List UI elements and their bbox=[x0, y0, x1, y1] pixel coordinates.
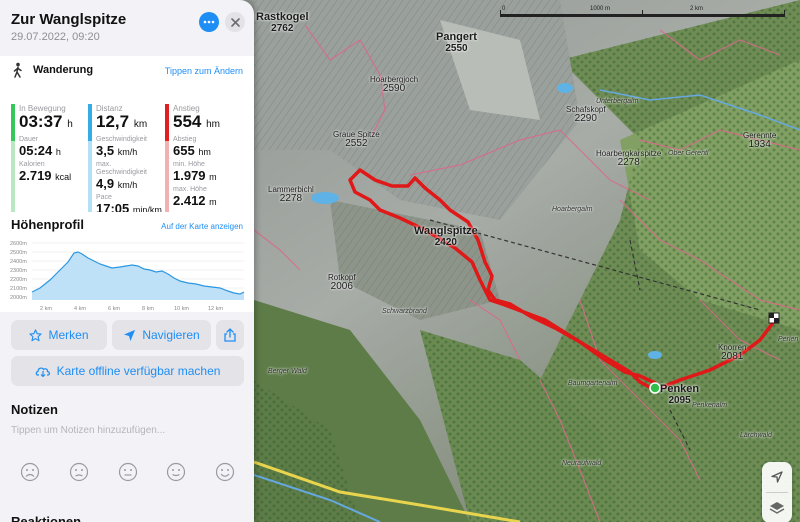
neutral-face-icon[interactable] bbox=[118, 462, 138, 482]
locate-button[interactable] bbox=[762, 462, 792, 492]
profile-x-tick: 4 km bbox=[74, 306, 86, 312]
distance-value: 12,7 km bbox=[96, 112, 148, 131]
map-layers-button[interactable] bbox=[762, 493, 792, 522]
ascent-value: 554 hm bbox=[173, 112, 221, 131]
peak-label-graue-spitze[interactable]: Graue Spitze 2552 bbox=[333, 130, 380, 150]
sad-face-icon[interactable] bbox=[69, 462, 89, 482]
map-controls bbox=[762, 462, 792, 522]
profile-y-tick: 2100m bbox=[10, 286, 27, 292]
place-label: Baumgartenalm bbox=[568, 380, 618, 387]
speed-value: 3,5 km/h bbox=[96, 143, 138, 158]
very-sad-face-icon[interactable] bbox=[20, 462, 40, 482]
place-label: Schwarzbrand bbox=[382, 308, 427, 315]
activity-type-label: Wanderung bbox=[33, 64, 94, 76]
very-happy-face-icon[interactable] bbox=[215, 462, 235, 482]
happy-face-icon[interactable] bbox=[166, 462, 186, 482]
track-title: Zur Wanglspitze bbox=[11, 11, 127, 28]
profile-y-tick: 2400m bbox=[10, 259, 27, 265]
cloud-download-icon bbox=[35, 367, 50, 377]
close-icon bbox=[230, 17, 240, 27]
elevation-profile-chart[interactable]: 2600m 2500m 2400m 2300m 2200m 2100m 2000… bbox=[10, 240, 246, 316]
track-detail-panel: Zur Wanglspitze 29.07.2022, 09:20 Wander… bbox=[0, 0, 254, 522]
navigate-label: Navigieren bbox=[142, 328, 200, 342]
profile-y-tick: 2300m bbox=[10, 268, 27, 274]
place-label: Penkenalm bbox=[692, 402, 728, 409]
peak-label-schafskopf[interactable]: Schafskopf 2290 bbox=[566, 105, 606, 125]
ellipsis-icon bbox=[203, 20, 215, 24]
place-label: Hoarbergalm bbox=[552, 206, 593, 213]
offline-map-button[interactable]: Karte offline verfügbar machen bbox=[11, 356, 244, 386]
descent-value: 655 hm bbox=[173, 143, 211, 158]
reactions-title: Reaktionen bbox=[11, 514, 82, 522]
profile-y-tick: 2500m bbox=[10, 250, 27, 256]
profile-title: Höhenprofil bbox=[11, 217, 84, 232]
bookmark-button[interactable]: Merken bbox=[11, 320, 107, 350]
share-icon bbox=[224, 328, 236, 342]
location-arrow-icon bbox=[771, 471, 783, 483]
navigate-button[interactable]: Navigieren bbox=[112, 320, 211, 350]
navigation-arrow-icon bbox=[124, 329, 136, 341]
peak-label-gerennte[interactable]: Gerennte 1934 bbox=[743, 131, 776, 151]
peak-label-pangert[interactable]: Pangert 2550 bbox=[436, 31, 477, 54]
place-label: Perlen bbox=[778, 336, 799, 343]
peak-label-hoarbergkarspitze[interactable]: Hoarbergkarspitze 2278 bbox=[596, 149, 661, 169]
peak-label-wanglspitze[interactable]: Wanglspitze 2420 bbox=[414, 225, 478, 248]
profile-x-tick: 8 km bbox=[142, 306, 154, 312]
place-label: Neuraufwald bbox=[562, 460, 602, 467]
scale-bar: 0 1000 m 2 km bbox=[500, 6, 785, 20]
notes-input[interactable]: Tippen um Notizen hinzuzufügen... bbox=[11, 425, 165, 436]
place-label: Ober Gerentl bbox=[668, 150, 709, 157]
duration-value: 05:24 h bbox=[19, 143, 61, 158]
profile-x-tick: 6 km bbox=[108, 306, 120, 312]
change-activity-link[interactable]: Tippen zum Ändern bbox=[165, 66, 243, 76]
share-button[interactable] bbox=[216, 320, 244, 350]
profile-x-tick: 10 km bbox=[174, 306, 189, 312]
place-label: Berger Wald bbox=[268, 368, 307, 375]
profile-x-tick: 2 km bbox=[40, 306, 52, 312]
place-label: Unterbergalm bbox=[596, 98, 639, 105]
min-height-value: 1.979 m bbox=[173, 168, 217, 183]
peak-label-rastkogel[interactable]: Rastkogel 2762 bbox=[256, 11, 309, 34]
more-options-button[interactable] bbox=[199, 12, 219, 32]
profile-y-tick: 2000m bbox=[10, 295, 27, 301]
profile-area bbox=[32, 252, 244, 300]
bookmark-label: Merken bbox=[48, 328, 89, 342]
profile-x-tick: 12 km bbox=[208, 306, 223, 312]
offline-label: Karte offline verfügbar machen bbox=[56, 364, 221, 378]
profile-y-tick: 2200m bbox=[10, 277, 27, 283]
star-icon bbox=[29, 328, 43, 341]
place-label: Lärchwald bbox=[740, 432, 772, 439]
peak-label-hoarbergjoch[interactable]: Hoarbergjoch 2590 bbox=[370, 75, 418, 95]
track-date: 29.07.2022, 09:20 bbox=[11, 31, 100, 43]
profile-y-tick: 2600m bbox=[10, 241, 27, 247]
notes-title: Notizen bbox=[11, 402, 58, 417]
max-speed-value: 4,9 km/h bbox=[96, 176, 138, 191]
peak-label-knorren[interactable]: Knorren 2081 bbox=[718, 343, 746, 363]
max-height-value: 2.412 m bbox=[173, 193, 217, 208]
mood-selector bbox=[20, 462, 235, 482]
close-button[interactable] bbox=[225, 12, 245, 32]
stat-label: max. Geschwindigkeit bbox=[96, 161, 147, 176]
hiker-icon bbox=[13, 62, 22, 78]
peak-label-rotkopf[interactable]: Rotkopf 2006 bbox=[328, 273, 356, 293]
layers-icon bbox=[769, 502, 785, 514]
activity-type-row[interactable]: Wanderung bbox=[11, 62, 93, 78]
moving-time-value: 03:37 h bbox=[19, 112, 73, 131]
calories-value: 2.719 kcal bbox=[19, 168, 72, 183]
peak-label-lammerbichl[interactable]: Lammerbichl 2278 bbox=[268, 185, 314, 205]
show-on-map-link[interactable]: Auf der Karte anzeigen bbox=[161, 222, 243, 231]
